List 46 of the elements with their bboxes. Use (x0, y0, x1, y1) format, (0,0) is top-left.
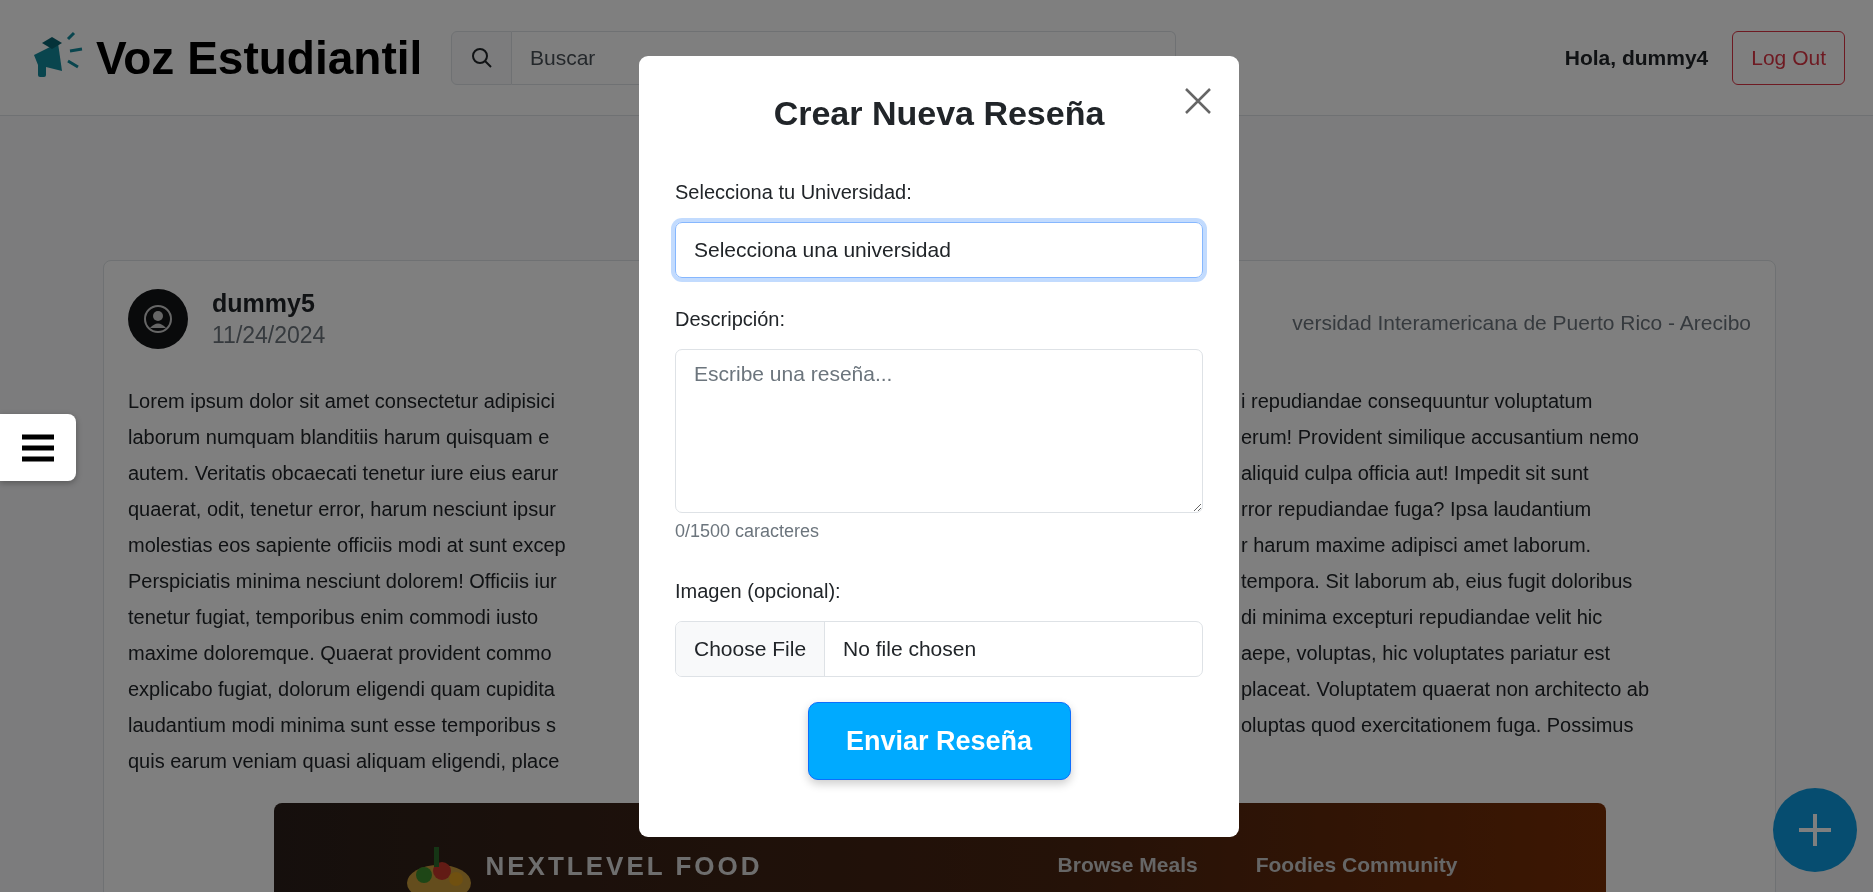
post-text: molestias eos sapiente officiis modi at sunt excep (128, 533, 566, 557)
post-text: aliquid culpa officia aut! Impedit sit sunt (1241, 461, 1589, 485)
post-text: explicabo fugiat, dolorum eligendi quam cupidita (128, 677, 555, 701)
university-name: versidad Interamericana de Puerto Rico - Arecibo (1292, 311, 1751, 335)
choose-file-button[interactable]: Choose File (676, 622, 826, 676)
user-icon (143, 304, 173, 334)
post-text: r harum maxime adipisci amet laborum. (1241, 533, 1592, 557)
post-text: quaerat, odit, tenetur error, harum nesciunt ipsur (128, 497, 556, 521)
file-input[interactable]: Choose File No file chosen (675, 621, 1203, 677)
field-label: Imagen (opcional): (675, 580, 841, 603)
greeting: Hola, dummy4 (1564, 45, 1709, 70)
post-text: laborum numquam blanditiis harum quisquam e (128, 425, 550, 449)
file-status: No file chosen (843, 637, 977, 661)
author-name: dummy5 (212, 289, 316, 318)
post-text: maxime doloremque. Quaerat provident commo (128, 641, 552, 665)
post-text: tenetur fugiat, temporibus enim commodi iusto (128, 605, 539, 629)
post-text: erum! Provident similique accusantium nemo (1241, 425, 1639, 449)
search-icon (470, 46, 493, 69)
submit-button[interactable]: Enviar Reseña (807, 702, 1071, 780)
menu-icon (20, 432, 56, 463)
post-text: tempora. Sit laborum ab, eius fugit doloribus (1241, 569, 1633, 593)
post-text: i repudiandae consequuntur voluptatum (1241, 389, 1593, 413)
post-text: placeat. Voluptatem quaerat non architecto ab (1241, 677, 1650, 701)
description-field[interactable]: Escribe una reseña... (675, 349, 1203, 513)
menu-button[interactable] (0, 414, 76, 481)
character-counter: 0/1500 caracteres (675, 521, 820, 542)
post-text: di minima excepturi repudiandae velit hic (1241, 605, 1603, 629)
post-text: quis earum veniam quasi aliquam eligendi, place (128, 749, 560, 773)
field-label: Selecciona tu Universidad: (675, 181, 912, 204)
dialog-title: Crear Nueva Reseña (772, 94, 1106, 133)
close-button[interactable] (1183, 86, 1213, 116)
nav-link[interactable]: Browse Meals (1057, 853, 1198, 877)
nav-link[interactable]: Foodies Community (1255, 853, 1458, 877)
post-text: rror repudiandae fuga? Ipsa laudantium (1241, 497, 1592, 521)
logout-button[interactable]: Log Out (1732, 30, 1845, 85)
post-date: 11/24/2024 (212, 322, 326, 349)
field-label: Descripción: (675, 308, 786, 331)
brand-title: Voz Estudiantil (96, 30, 423, 85)
post-text: Perspiciatis minima nesciunt dolorem! Officiis iur (128, 569, 557, 593)
post-text: laudantium modi minima sunt esse temporibus s (128, 713, 556, 737)
close-icon (1183, 86, 1213, 116)
post-text: oluptas quod exercitationem fuga. Possimus (1241, 713, 1634, 737)
post-text: aepe, voluptas, hic voluptates pariatur est (1241, 641, 1611, 665)
site-brand: NEXTLEVEL FOOD (485, 851, 763, 882)
post-text: autem. Veritatis obcaecati tenetur iure eius earur (128, 461, 559, 485)
post-text: Lorem ipsum dolor sit amet consectetur adipisici (128, 389, 555, 413)
